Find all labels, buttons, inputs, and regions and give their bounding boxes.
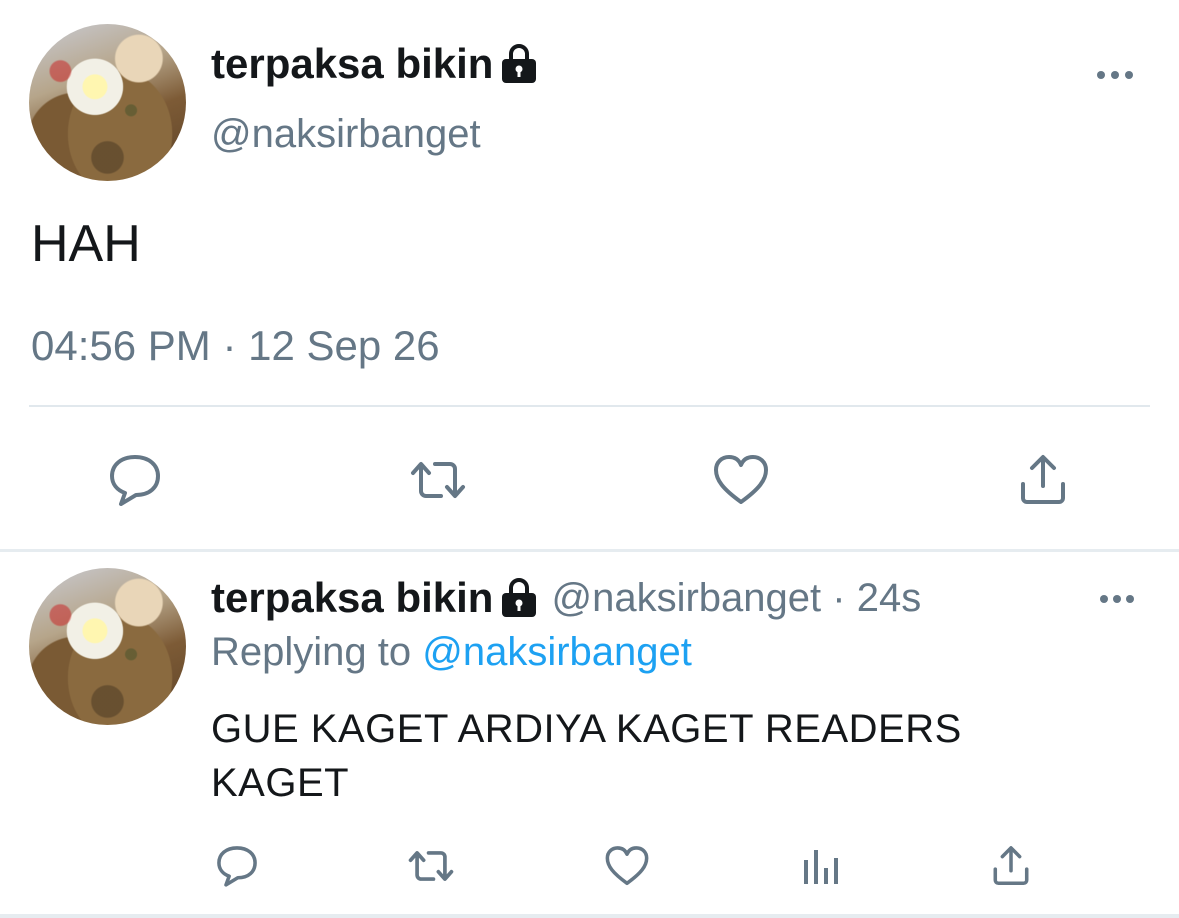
reply-button[interactable] — [104, 450, 166, 510]
retweet-button[interactable] — [404, 450, 472, 510]
reply-header: terpaksa bikin @naksirbanget · 24s — [211, 574, 921, 622]
display-name[interactable]: terpaksa bikin — [211, 40, 539, 88]
tweet-separator — [0, 549, 1179, 552]
analytics-button[interactable] — [796, 842, 844, 890]
lock-icon — [499, 43, 539, 85]
divider — [29, 405, 1150, 407]
handle[interactable]: @naksirbanget — [211, 112, 481, 157]
reply-avatar[interactable] — [29, 568, 186, 725]
tweet-text: HAH — [31, 215, 141, 273]
analytics-icon — [800, 846, 840, 886]
reply-share-button[interactable] — [986, 842, 1036, 890]
replying-mention[interactable]: @naksirbanget — [422, 630, 692, 674]
retweet-icon — [405, 455, 471, 505]
avatar[interactable] — [29, 24, 186, 181]
reply-time[interactable]: 24s — [857, 576, 922, 620]
reply-reply-button[interactable] — [212, 842, 262, 890]
replying-to: Replying to @naksirbanget — [211, 630, 692, 675]
reply-handle-time: @naksirbanget · 24s — [551, 576, 921, 621]
reply-display-name[interactable]: terpaksa bikin — [211, 574, 493, 622]
display-name-text[interactable]: terpaksa bikin — [211, 40, 493, 88]
share-icon — [989, 844, 1033, 888]
comment-icon — [106, 452, 164, 508]
retweet-icon — [404, 845, 458, 887]
replying-prefix: Replying to — [211, 630, 412, 674]
bottom-divider — [0, 914, 1179, 918]
reply-handle[interactable]: @naksirbanget — [551, 576, 821, 620]
timestamp[interactable]: 04:56 PM · 12 Sep 26 — [31, 322, 440, 370]
lock-icon — [499, 577, 539, 619]
like-button[interactable] — [710, 450, 772, 510]
heart-icon — [603, 844, 651, 888]
heart-icon — [711, 452, 771, 508]
share-button[interactable] — [1012, 450, 1074, 510]
more-dots-icon[interactable] — [1093, 60, 1137, 90]
reply-more-dots-icon[interactable] — [1097, 584, 1137, 614]
reply-like-button[interactable] — [602, 842, 652, 890]
reply-retweet-button[interactable] — [402, 842, 460, 890]
comment-icon — [214, 844, 260, 888]
reply-text: GUE KAGET ARDIYA KAGET READERS KAGET — [211, 707, 962, 805]
separator-dot: · — [832, 575, 846, 620]
share-icon — [1015, 452, 1071, 508]
tweet-thread: terpaksa bikin @naksirbanget HAH 04:56 P… — [0, 0, 1179, 918]
